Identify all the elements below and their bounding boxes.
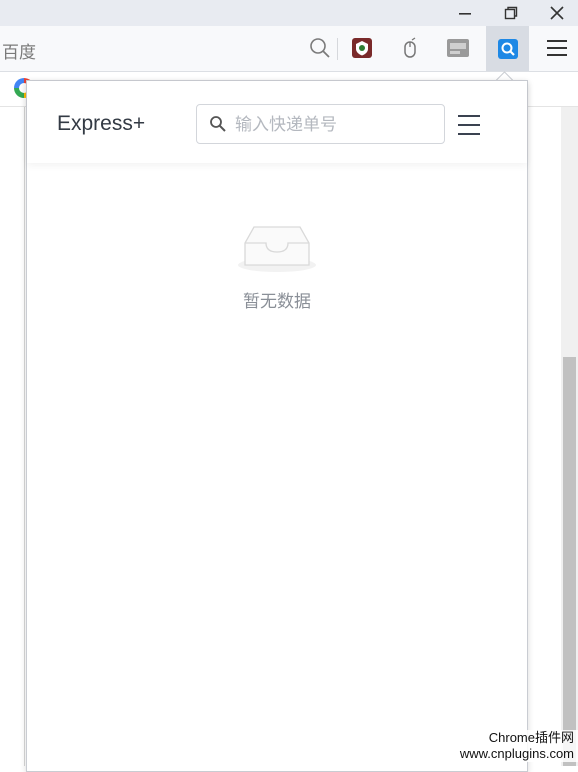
scrollbar-thumb[interactable] <box>563 357 576 766</box>
express-extension-icon <box>497 38 518 59</box>
close-icon <box>550 6 564 20</box>
toolbar-divider <box>337 38 338 60</box>
watermark-line2: www.cnplugins.com <box>459 746 574 761</box>
minimize-icon <box>459 13 471 15</box>
mouse-extension-icon <box>404 37 416 58</box>
ocr-extension-icon <box>447 39 469 57</box>
window-titlebar <box>0 0 578 26</box>
minimize-button[interactable] <box>442 0 488 26</box>
address-bar-text[interactable]: 百度 <box>2 38 36 63</box>
express-popup: Express+ 暂无数据 <box>26 80 528 772</box>
popup-header: Express+ <box>27 81 527 163</box>
tracking-search-box[interactable] <box>196 104 445 144</box>
close-button[interactable] <box>534 0 578 26</box>
tracking-number-input[interactable] <box>233 111 437 139</box>
empty-inbox-icon <box>238 226 316 272</box>
menu-icon-line <box>458 133 480 135</box>
restore-icon <box>504 6 518 20</box>
shield-extension-icon <box>352 38 372 58</box>
browser-menu-button[interactable] <box>543 34 571 62</box>
search-icon <box>210 116 226 132</box>
ocr-extension-button[interactable] <box>444 34 472 62</box>
page-scrollbar[interactable] <box>561 107 578 766</box>
watermark-line1: Chrome插件网 <box>488 730 574 745</box>
popup-menu-button[interactable] <box>458 115 480 135</box>
browser-toolbar: 百度 <box>0 26 578 72</box>
menu-icon <box>547 40 567 56</box>
empty-state-text: 暂无数据 <box>243 292 311 311</box>
express-extension-button[interactable] <box>486 26 529 71</box>
shield-extension-button[interactable] <box>348 34 376 62</box>
omnibox-search-button[interactable] <box>306 34 334 62</box>
menu-icon-line <box>458 115 480 117</box>
watermark: Chrome插件网 www.cnplugins.com <box>452 730 578 762</box>
restore-button[interactable] <box>488 0 534 26</box>
search-icon <box>310 38 330 58</box>
mouse-extension-button[interactable] <box>396 34 424 62</box>
menu-icon-line <box>458 124 480 126</box>
page-edge <box>24 107 25 766</box>
app-name: Express+ <box>57 112 146 135</box>
